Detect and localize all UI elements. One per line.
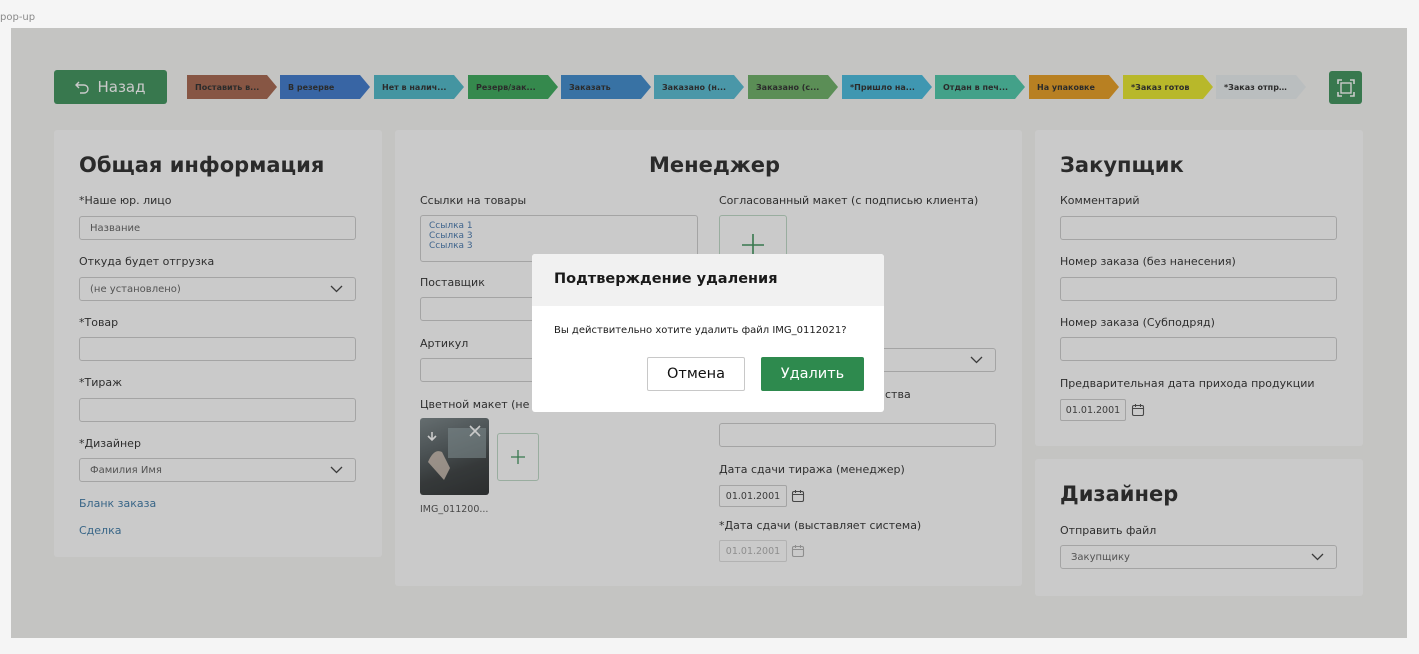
dialog-title: Подтверждение удаления [554, 271, 778, 287]
dialog-message: Вы действительно хотите удалить файл IMG… [554, 325, 847, 336]
page-frame: Назад Поставить в... В резерве Нет в нал… [11, 28, 1407, 638]
frame-label: pop-up [0, 12, 36, 23]
delete-confirmation-dialog: Подтверждение удаления Вы действительно … [532, 254, 884, 412]
delete-button[interactable]: Удалить [761, 357, 864, 391]
cancel-button[interactable]: Отмена [647, 357, 745, 391]
